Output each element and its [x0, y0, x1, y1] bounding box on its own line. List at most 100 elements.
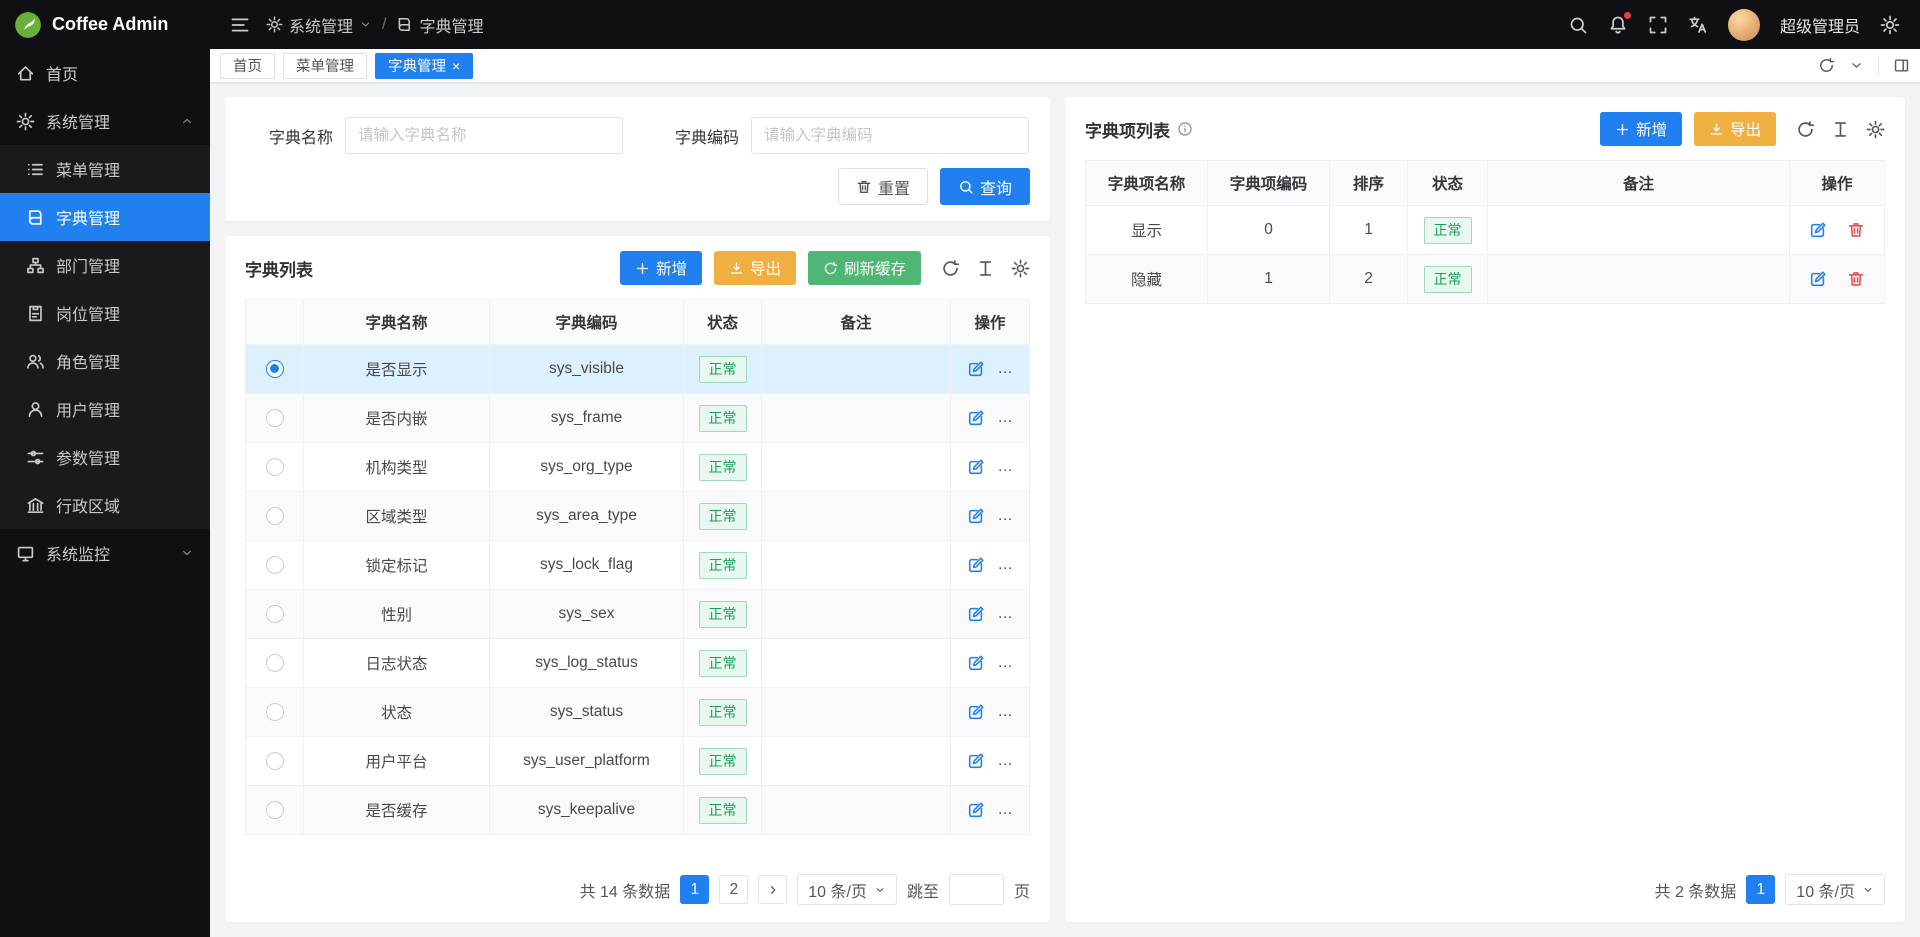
density-button[interactable] [1831, 120, 1850, 139]
row-radio[interactable] [266, 507, 284, 525]
search-icon [958, 179, 974, 195]
sidebar-item-region-mgmt[interactable]: 行政区域 [0, 481, 210, 529]
delete-icon[interactable] [1005, 605, 1023, 623]
reset-button[interactable]: 重置 [838, 168, 928, 205]
table-row[interactable]: 锁定标记 sys_lock_flag 正常 [246, 541, 1030, 590]
delete-icon[interactable] [1005, 360, 1023, 378]
row-radio[interactable] [266, 752, 284, 770]
row-radio[interactable] [266, 360, 284, 378]
page-button-1[interactable]: 1 [1746, 875, 1775, 904]
edit-icon[interactable] [967, 458, 985, 476]
row-radio[interactable] [266, 605, 284, 623]
sidebar-item-home[interactable]: 首页 [0, 49, 210, 97]
delete-icon[interactable] [1005, 409, 1023, 427]
table-row[interactable]: 是否显示 sys_visible 正常 [246, 345, 1030, 394]
table-row[interactable]: 状态 sys_status 正常 [246, 688, 1030, 737]
delete-icon[interactable] [1005, 752, 1023, 770]
toggle-panel-button[interactable] [1893, 57, 1910, 74]
page-button-1[interactable]: 1 [680, 875, 709, 904]
sidebar-item-role-mgmt[interactable]: 角色管理 [0, 337, 210, 385]
refresh-tabs-button[interactable] [1818, 57, 1835, 74]
sidebar-group-system[interactable]: 系统管理 [0, 97, 210, 145]
search-button[interactable] [1568, 15, 1588, 35]
density-button[interactable] [976, 259, 995, 278]
breadcrumb-dict[interactable]: 字典管理 [396, 13, 483, 37]
fullscreen-button[interactable] [1648, 15, 1668, 35]
table-row[interactable]: 隐藏 1 2 正常 [1086, 255, 1885, 304]
notifications-button[interactable] [1608, 15, 1628, 35]
export-dict-item-button[interactable]: 导出 [1694, 112, 1776, 146]
avatar[interactable] [1728, 9, 1760, 41]
refresh-cache-button[interactable]: 刷新缓存 [808, 251, 921, 285]
app-logo[interactable]: Coffee Admin [0, 0, 210, 49]
delete-icon[interactable] [1005, 703, 1023, 721]
delete-icon[interactable] [1005, 654, 1023, 672]
table-row[interactable]: 显示 0 1 正常 [1086, 206, 1885, 255]
delete-icon[interactable] [1005, 801, 1023, 819]
next-page-button[interactable] [758, 875, 787, 904]
sidebar-item-user-mgmt[interactable]: 用户管理 [0, 385, 210, 433]
edit-icon[interactable] [967, 360, 985, 378]
dict-name-input[interactable] [345, 117, 623, 154]
edit-icon[interactable] [967, 409, 985, 427]
export-dict-button[interactable]: 导出 [714, 251, 796, 285]
breadcrumb-system[interactable]: 系统管理 [266, 13, 372, 37]
collapse-sidebar-button[interactable] [230, 15, 250, 35]
page-size-select[interactable]: 10 条/页 [1785, 874, 1885, 905]
sidebar-item-dept-mgmt[interactable]: 部门管理 [0, 241, 210, 289]
tab-options-button[interactable] [1849, 58, 1864, 73]
edit-icon[interactable] [967, 654, 985, 672]
edit-icon[interactable] [967, 556, 985, 574]
sidebar-item-menu-mgmt[interactable]: 菜单管理 [0, 145, 210, 193]
jump-page-input[interactable] [949, 874, 1004, 905]
delete-icon[interactable] [1005, 556, 1023, 574]
row-radio[interactable] [266, 409, 284, 427]
row-radio[interactable] [266, 703, 284, 721]
tab-dict-mgmt[interactable]: 字典管理 × [375, 53, 473, 79]
tab-menu-mgmt[interactable]: 菜单管理 [283, 53, 367, 79]
delete-icon[interactable] [1847, 270, 1865, 288]
sidebar-group-monitor[interactable]: 系统监控 [0, 529, 210, 577]
edit-icon[interactable] [967, 703, 985, 721]
row-radio[interactable] [266, 556, 284, 574]
sidebar-item-post-mgmt[interactable]: 岗位管理 [0, 289, 210, 337]
query-button[interactable]: 查询 [940, 168, 1030, 205]
sidebar-item-param-mgmt[interactable]: 参数管理 [0, 433, 210, 481]
add-dict-item-button[interactable]: 新增 [1600, 112, 1682, 146]
page-button-2[interactable]: 2 [719, 875, 748, 904]
dict-code-input[interactable] [751, 117, 1029, 154]
edit-icon[interactable] [1809, 270, 1827, 288]
reload-table-button[interactable] [1796, 120, 1815, 139]
user-name[interactable]: 超级管理员 [1780, 13, 1860, 37]
language-button[interactable] [1688, 15, 1708, 35]
chevron-down-icon [874, 884, 886, 896]
dict-list-actions: 新增 导出 刷新缓存 [620, 251, 1030, 285]
sidebar-item-dict-mgmt[interactable]: 字典管理 [0, 193, 210, 241]
page-size-select[interactable]: 10 条/页 [797, 874, 897, 905]
close-icon[interactable]: × [452, 59, 460, 73]
tab-home[interactable]: 首页 [220, 53, 275, 79]
reload-table-button[interactable] [941, 259, 960, 278]
table-row[interactable]: 日志状态 sys_log_status 正常 [246, 639, 1030, 688]
table-settings-button[interactable] [1866, 120, 1885, 139]
table-row[interactable]: 是否内嵌 sys_frame 正常 [246, 394, 1030, 443]
delete-icon[interactable] [1005, 507, 1023, 525]
edit-icon[interactable] [967, 801, 985, 819]
table-row[interactable]: 性别 sys_sex 正常 [246, 590, 1030, 639]
table-row[interactable]: 机构类型 sys_org_type 正常 [246, 443, 1030, 492]
edit-icon[interactable] [967, 507, 985, 525]
add-dict-button[interactable]: 新增 [620, 251, 702, 285]
table-row[interactable]: 区域类型 sys_area_type 正常 [246, 492, 1030, 541]
table-settings-button[interactable] [1011, 259, 1030, 278]
edit-icon[interactable] [967, 752, 985, 770]
delete-icon[interactable] [1847, 221, 1865, 239]
settings-button[interactable] [1880, 15, 1900, 35]
row-radio[interactable] [266, 801, 284, 819]
edit-icon[interactable] [1809, 221, 1827, 239]
row-radio[interactable] [266, 458, 284, 476]
table-row[interactable]: 是否缓存 sys_keepalive 正常 [246, 786, 1030, 835]
delete-icon[interactable] [1005, 458, 1023, 476]
edit-icon[interactable] [967, 605, 985, 623]
table-row[interactable]: 用户平台 sys_user_platform 正常 [246, 737, 1030, 786]
row-radio[interactable] [266, 654, 284, 672]
